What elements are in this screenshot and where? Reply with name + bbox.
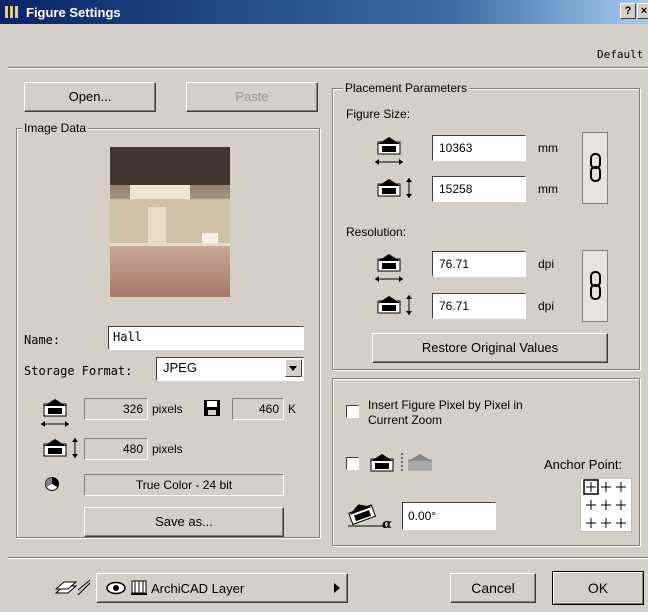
resolution-h-icon: [372, 253, 406, 283]
file-size-value: 460: [232, 398, 284, 420]
figure-height-field[interactable]: 15258: [432, 176, 526, 202]
resolution-v-unit: dpi: [538, 299, 555, 313]
image-preview: [110, 147, 230, 297]
app-icon: [5, 5, 19, 19]
name-field[interactable]: Hall: [108, 326, 304, 350]
color-depth-icon: [44, 476, 60, 492]
insert-pixel-label: Insert Figure Pixel by Pixel in Current …: [368, 398, 523, 427]
storage-format-value: JPEG: [163, 360, 197, 375]
chain-link-icon: [589, 271, 603, 301]
title-bar: Figure Settings ? ×: [0, 0, 648, 24]
figure-width-field[interactable]: 10363: [432, 135, 526, 161]
figure-height-icon: [372, 176, 416, 200]
figure-width-icon: [372, 136, 406, 166]
layer-label: ArchiCAD Layer: [151, 581, 245, 596]
eye-icon: [105, 581, 127, 595]
resolution-h-field[interactable]: 76.71: [432, 251, 526, 277]
image-height-value: 480: [84, 438, 148, 460]
figure-size-label: Figure Size:: [346, 107, 411, 121]
size-lock-toggle[interactable]: [582, 132, 608, 204]
rotation-angle-icon: α: [344, 498, 396, 530]
storage-format-label: Storage Format:: [24, 364, 133, 378]
layer-popup-button[interactable]: ArchiCAD Layer: [96, 573, 348, 603]
chevron-right-icon: [333, 583, 341, 593]
window-title: Figure Settings: [26, 5, 121, 20]
color-depth-value: True Color - 24 bit: [84, 474, 284, 496]
paste-button[interactable]: Paste: [186, 82, 318, 112]
close-button[interactable]: ×: [637, 3, 648, 19]
save-as-button[interactable]: Save as...: [84, 507, 284, 537]
mirror-figure-icon: [368, 452, 438, 474]
layer-lock-icon: [131, 580, 147, 596]
mirror-checkbox[interactable]: [346, 457, 359, 470]
file-size-unit: K: [288, 402, 297, 416]
restore-original-button[interactable]: Restore Original Values: [372, 333, 608, 363]
rotation-angle-field[interactable]: 0.00°: [402, 502, 496, 530]
chevron-down-icon[interactable]: [285, 359, 302, 377]
resolution-v-field[interactable]: 76.71: [432, 293, 526, 319]
ok-button[interactable]: OK: [552, 571, 644, 605]
insert-pixel-checkbox[interactable]: [346, 405, 359, 418]
image-width-unit: pixels: [152, 402, 183, 416]
svg-text:α: α: [382, 517, 392, 530]
open-button[interactable]: Open...: [24, 82, 156, 112]
resolution-lock-toggle[interactable]: [582, 250, 608, 322]
anchor-point-grid[interactable]: [580, 478, 632, 532]
cancel-button[interactable]: Cancel: [450, 573, 536, 603]
resolution-label: Resolution:: [346, 225, 407, 239]
name-label: Name:: [24, 333, 61, 347]
figure-height-unit: mm: [538, 182, 558, 196]
layer-stack-icon: [50, 577, 94, 599]
header-divider: [8, 67, 648, 69]
resolution-h-unit: dpi: [538, 257, 555, 271]
image-width-icon: [38, 398, 72, 428]
image-data-label: Image Data: [22, 121, 89, 135]
anchor-point-label: Anchor Point:: [544, 457, 623, 472]
image-height-icon: [38, 436, 82, 460]
storage-format-select[interactable]: JPEG: [156, 357, 304, 381]
placement-label: Placement Parameters: [343, 81, 470, 95]
image-height-unit: pixels: [152, 442, 183, 456]
disk-icon: [203, 399, 221, 417]
resolution-v-icon: [372, 293, 416, 317]
help-button[interactable]: ?: [620, 3, 636, 19]
default-label[interactable]: Default: [597, 48, 643, 61]
footer-divider: [8, 557, 648, 559]
image-width-value: 326: [84, 398, 148, 420]
chain-link-icon: [589, 153, 603, 183]
figure-width-unit: mm: [538, 141, 558, 155]
